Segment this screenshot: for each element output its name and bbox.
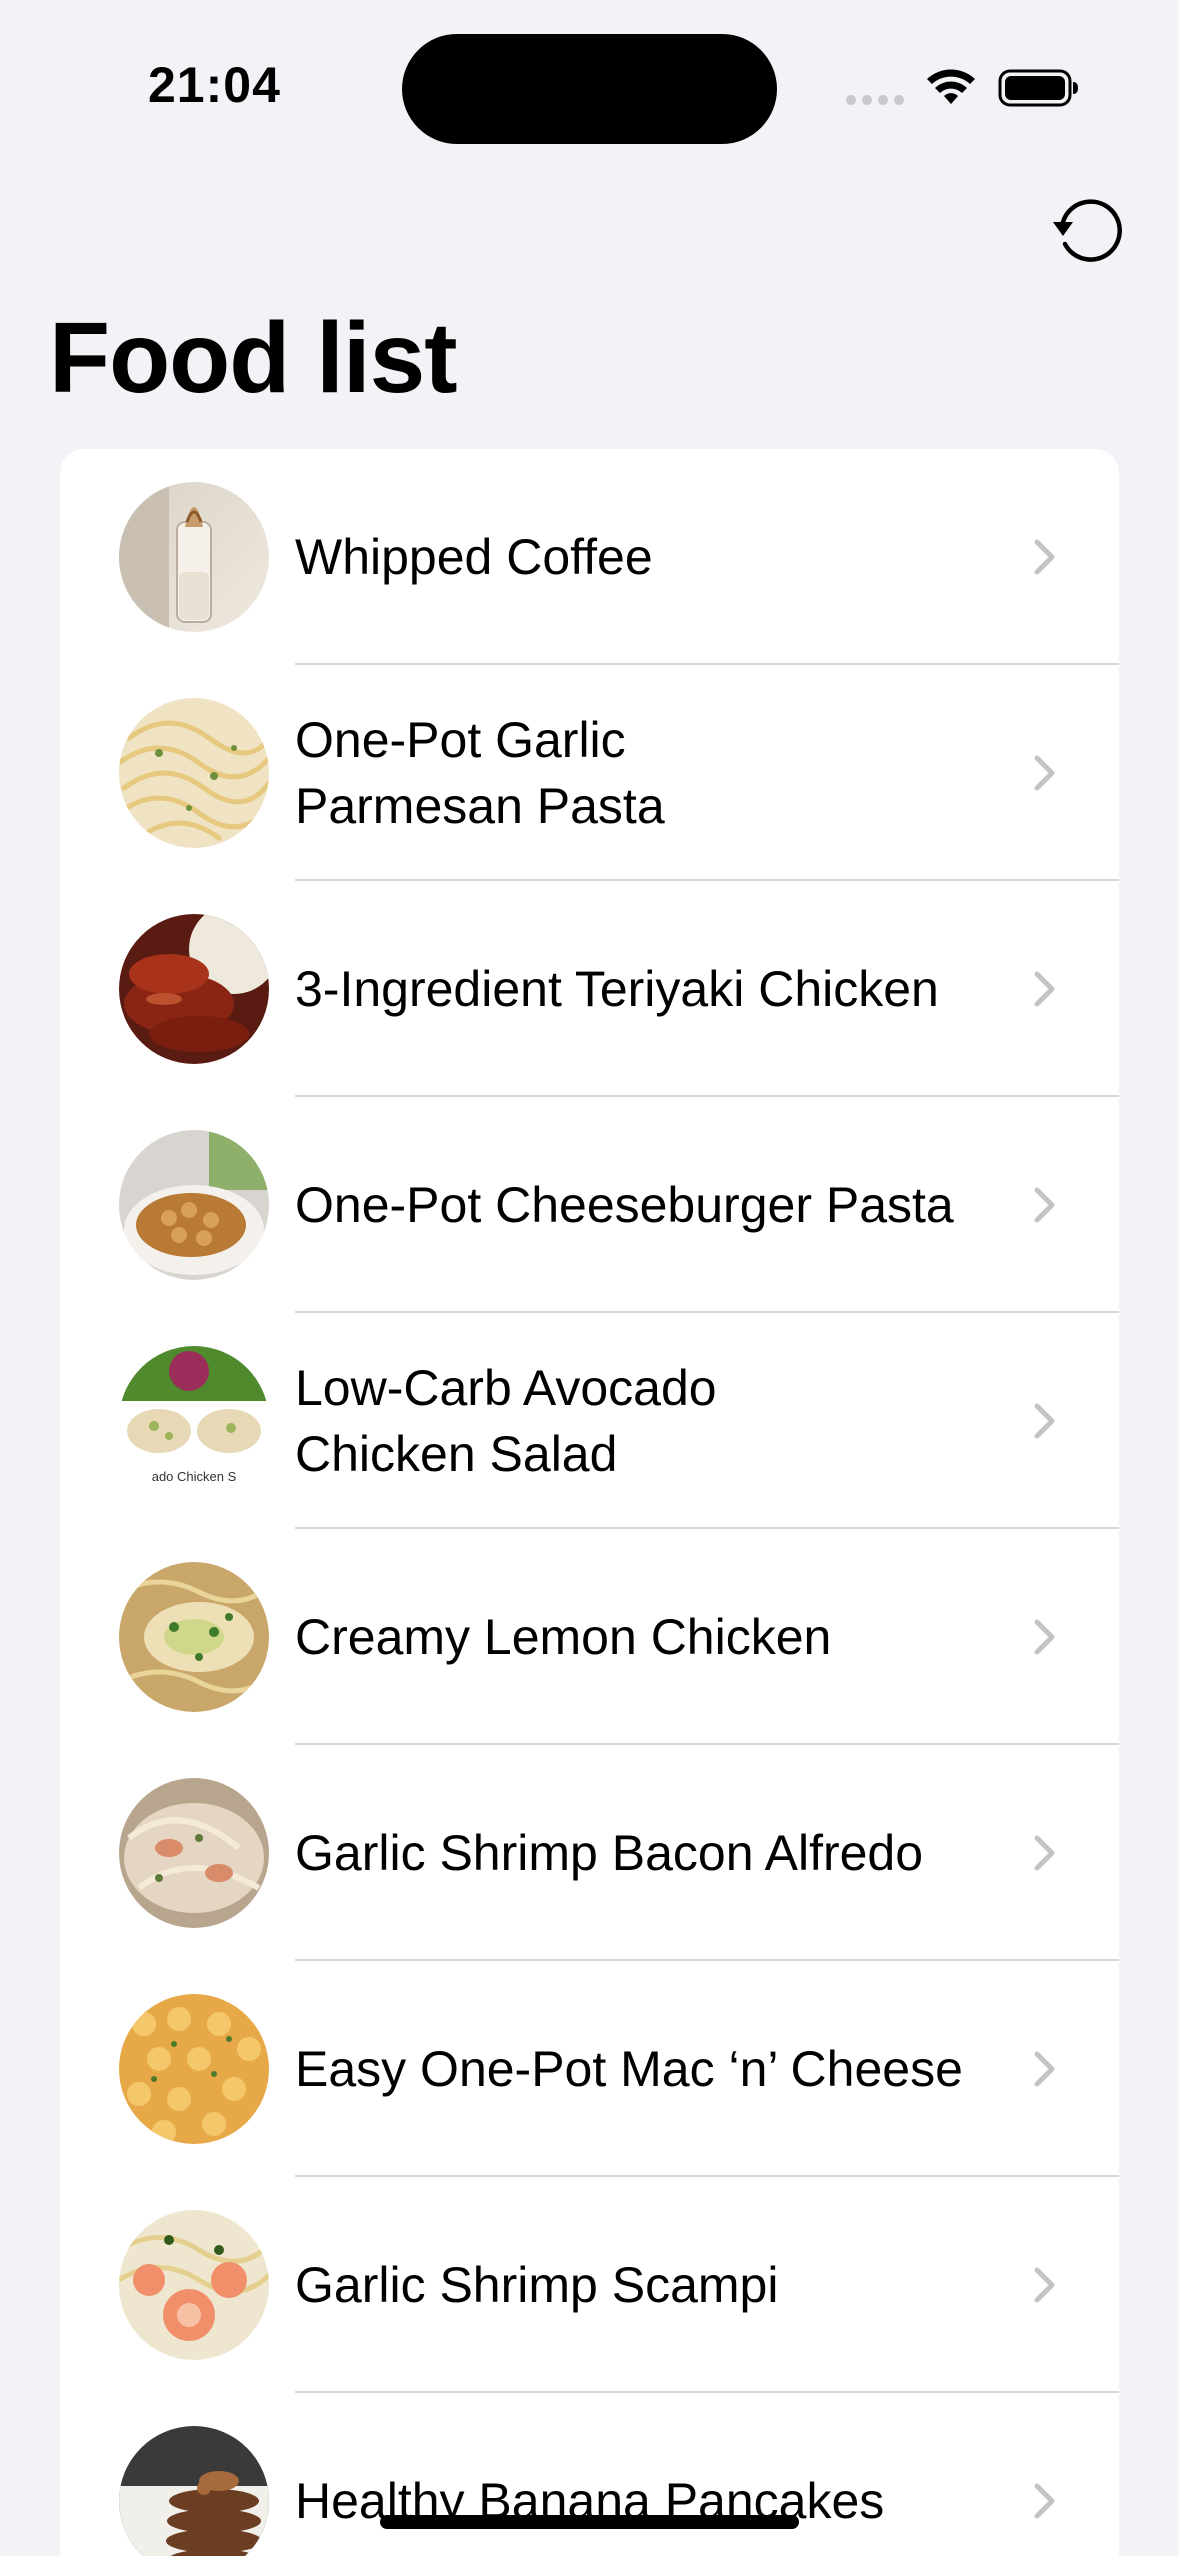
whipped-coffee-image [119,482,269,632]
food-item-label: Garlic Shrimp Bacon Alfredo [295,1745,1055,1961]
food-item-name-line: Chicken Salad [295,1426,618,1482]
banana-pancakes-image [119,2426,269,2556]
creamy-lemon-chicken-image [119,1562,269,1712]
food-item-name-line: One-Pot Garlic [295,712,626,768]
garlic-parmesan-pasta-image [119,698,269,848]
chevron-right-icon [1034,971,1055,1007]
screen: 21:04 Food list Whipped Coffee One-Pot G… [0,0,1179,2556]
food-list-item[interactable]: Creamy Lemon Chicken [60,1529,1119,1745]
mac-n-cheese-image [119,1994,269,2144]
battery-icon [998,69,1078,107]
chevron-right-icon [1034,1403,1055,1439]
food-item-label: One-Pot Cheeseburger Pasta [295,1097,1055,1313]
food-item-name: Easy One-Pot Mac ‘n’ Cheese [295,2041,963,2097]
food-item-label: 3-Ingredient Teriyaki Chicken [295,881,1055,1097]
refresh-button[interactable] [1049,192,1127,270]
food-item-name: One-Pot Cheeseburger Pasta [295,1177,954,1233]
food-list: Whipped Coffee One-Pot Garlic Parmesan P… [60,449,1119,2556]
food-item-label: Easy One-Pot Mac ‘n’ Cheese [295,1961,1055,2177]
refresh-icon [1053,199,1122,262]
food-list-item[interactable]: Easy One-Pot Mac ‘n’ Cheese [60,1961,1119,2177]
chevron-right-icon [1034,2267,1055,2303]
status-time: 21:04 [148,57,281,113]
chevron-right-icon [1034,1187,1055,1223]
food-list-item[interactable]: One-Pot Garlic Parmesan Pasta [60,665,1119,881]
home-indicator[interactable] [380,2515,799,2529]
food-list-item[interactable]: Garlic Shrimp Bacon Alfredo [60,1745,1119,1961]
chevron-right-icon [1034,2051,1055,2087]
thumbnail-caption: ado Chicken S [152,1469,237,1484]
cheeseburger-pasta-image [119,1130,269,1280]
chevron-right-icon [1034,755,1055,791]
food-item-name: Whipped Coffee [295,529,653,585]
food-item-label: Creamy Lemon Chicken [295,1529,1055,1745]
food-item-label: Whipped Coffee [295,449,1055,665]
food-list-item[interactable]: One-Pot Cheeseburger Pasta [60,1097,1119,1313]
chevron-right-icon [1034,2483,1055,2519]
chevron-right-icon [1034,1835,1055,1871]
food-item-name: Creamy Lemon Chicken [295,1609,832,1665]
teriyaki-chicken-image [119,914,269,1064]
chevron-right-icon [1034,1619,1055,1655]
wifi-icon [927,69,975,104]
shrimp-scampi-image [119,2210,269,2360]
food-list-item[interactable]: Healthy Banana Pancakes [60,2393,1119,2556]
food-list-item[interactable]: ado Chicken S Low-Carb Avocado Chicken S… [60,1313,1119,1529]
food-item-label: Healthy Banana Pancakes [295,2393,1055,2556]
avocado-chicken-salad-image: ado Chicken S [119,1346,269,1496]
chevron-right-icon [1034,539,1055,575]
food-item-name: 3-Ingredient Teriyaki Chicken [295,961,939,1017]
food-item-label: Low-Carb Avocado Chicken Salad [295,1313,1055,1529]
shrimp-bacon-alfredo-image [119,1778,269,1928]
food-item-name-line: Low-Carb Avocado [295,1360,717,1416]
cellular-signal-icon [846,95,904,105]
food-item-label: Garlic Shrimp Scampi [295,2177,1055,2393]
food-item-name-line: Parmesan Pasta [295,778,665,834]
dynamic-island [402,34,777,144]
food-item-name: Garlic Shrimp Scampi [295,2257,779,2313]
food-list-item[interactable]: 3-Ingredient Teriyaki Chicken [60,881,1119,1097]
food-item-name: Garlic Shrimp Bacon Alfredo [295,1825,924,1881]
food-item-label: One-Pot Garlic Parmesan Pasta [295,665,1055,881]
food-list-item[interactable]: Garlic Shrimp Scampi [60,2177,1119,2393]
page-title: Food list [49,302,458,414]
food-list-item[interactable]: Whipped Coffee [60,449,1119,665]
